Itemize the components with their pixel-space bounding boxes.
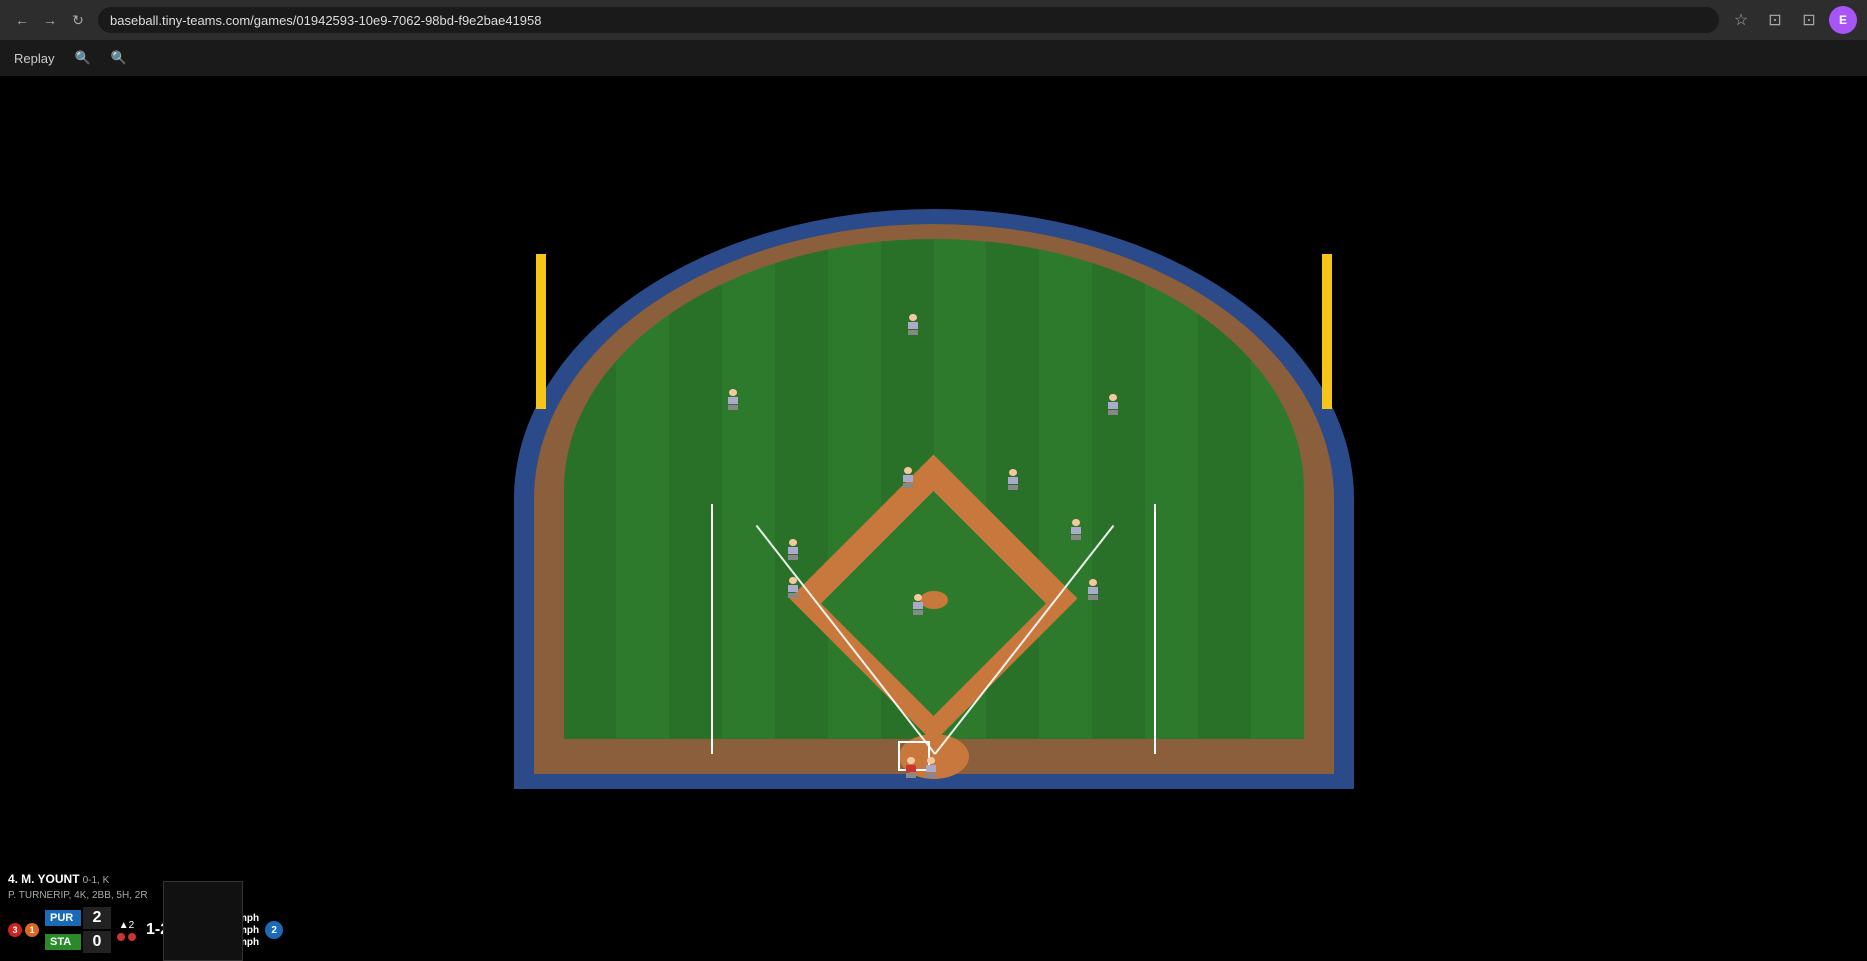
base-runner-indicator: 2 [265,921,283,939]
pitcher-stats: 4K, 2BB, 5H, 2R [74,890,147,901]
back-button[interactable]: ← [10,8,34,32]
player-pitcher [909,594,927,616]
count-dot-1 [117,933,125,941]
batter-number: 4. [8,872,18,886]
player-left-infield [784,577,802,599]
batter-record: 0-1, K [83,875,110,886]
at-bat-display [163,881,243,961]
scoreboard: 3 1 PUR 2 STA 0 ▲2 [8,907,332,953]
home-score-row: STA 0 [45,931,111,953]
main-score-area: PUR 2 STA 0 [45,907,111,953]
player-right-infield [1084,579,1102,601]
forward-button[interactable]: → [38,8,62,32]
player-right-field [1104,394,1122,416]
browser-chrome: ← → ↻ baseball.tiny-teams.com/games/0194… [0,0,1867,40]
app-toolbar: Replay 🔍 🔍 [0,40,1867,76]
score-overlay: 4. M. YOUNT 0-1, K P. TURNERIP, 4K, 2BB,… [0,864,340,961]
zoom-in-icon: 🔍 [74,50,90,66]
nav-buttons: ← → ↻ [10,8,90,32]
profile-button[interactable]: E [1829,6,1857,34]
zoom-in-button[interactable]: 🔍 [68,46,96,70]
player-third-base [784,539,802,561]
count-indicators: 3 1 [8,923,39,937]
pitcher-label: P. [8,890,16,901]
player-left-field [724,389,742,411]
address-bar[interactable]: baseball.tiny-teams.com/games/01942593-1… [98,7,1719,33]
browser-actions: ☆ ⊡ ⊡ E [1727,6,1857,34]
baseball-field [514,209,1354,809]
away-score: 2 [83,907,111,929]
refresh-button[interactable]: ↻ [66,8,90,32]
away-score-row: PUR 2 [45,907,111,929]
zoom-out-button[interactable]: 🔍 [105,46,133,70]
player-first-base [1067,519,1085,541]
strikes-count: 1 [25,923,39,937]
extension-button-1[interactable]: ⊡ [1761,6,1789,34]
game-area: 4. M. YOUNT 0-1, K P. TURNERIP, 4K, 2BB,… [0,76,1867,961]
batter-name: M. YOUNT [21,872,79,886]
player-shortstop [899,467,917,489]
player-center-field [904,314,922,336]
count-dot-2 [128,933,136,941]
replay-button[interactable]: Replay [8,47,60,70]
replay-label: Replay [14,51,54,66]
player-second-base [1004,469,1022,491]
inning-half: ▲2 [119,920,134,931]
foul-line-left [711,504,713,754]
url-text: baseball.tiny-teams.com/games/01942593-1… [110,13,541,28]
bookmark-button[interactable]: ☆ [1727,6,1755,34]
zoom-out-icon: 🔍 [111,50,127,66]
home-team-label: STA [45,934,81,950]
pitcher-name: TURNERIP, [19,890,72,901]
inning-info: ▲2 [117,920,136,941]
foul-pole-right [1322,254,1332,409]
away-team-label: PUR [45,910,81,926]
foul-pole-left [536,254,546,409]
foul-line-right [1154,504,1156,754]
balls-count: 3 [8,923,22,937]
batter-catcher-area [902,757,940,779]
home-score: 0 [83,931,111,953]
count-dots [117,933,136,941]
extension-button-2[interactable]: ⊡ [1795,6,1823,34]
